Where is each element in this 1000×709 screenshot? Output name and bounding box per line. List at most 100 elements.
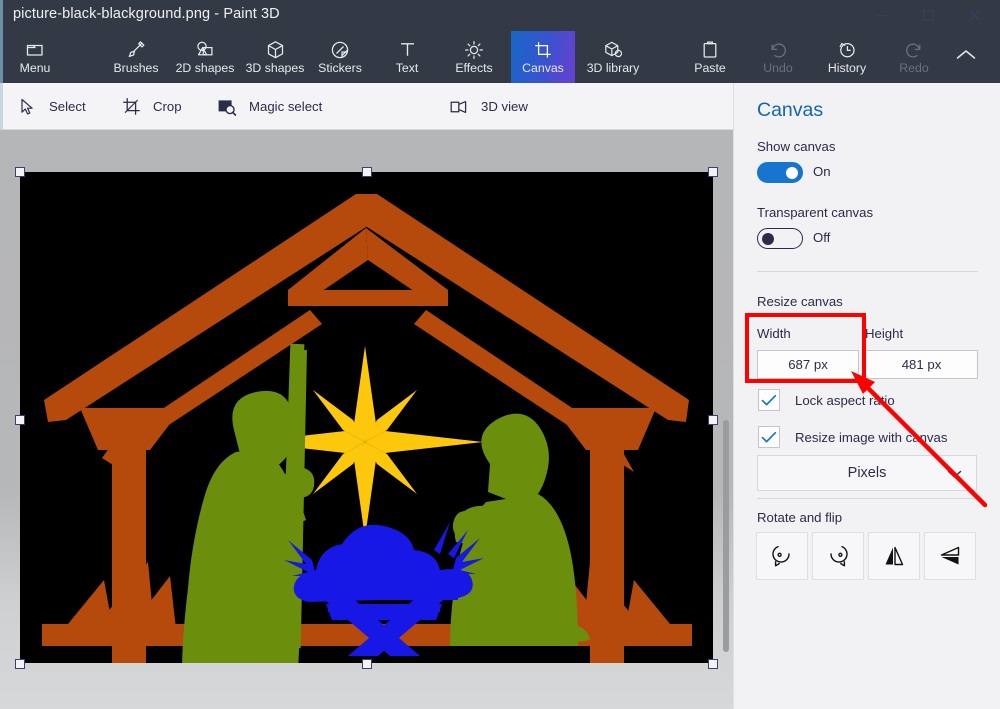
maximize-button[interactable]: [905, 0, 951, 31]
rotate-right-button[interactable]: [812, 532, 864, 580]
sticker-icon: [330, 39, 350, 60]
ribbon-item-stickers[interactable]: Stickers: [310, 31, 370, 83]
cursor-arrow-icon: [16, 98, 38, 116]
lock-aspect-ratio-checkbox[interactable]: [758, 389, 780, 411]
width-field[interactable]: 687 px: [757, 350, 859, 379]
select-tool-label: Select: [49, 99, 86, 114]
ribbon-item-paste[interactable]: Paste: [679, 31, 741, 83]
ribbon-item-effects-label: Effects: [455, 61, 493, 75]
show-canvas-state: On: [813, 164, 831, 179]
flip-horizontal-icon: [885, 546, 904, 566]
ribbon-item-history-label: History: [827, 61, 867, 75]
flip-horizontal-button[interactable]: [868, 532, 920, 580]
transparent-canvas-state: Off: [813, 230, 831, 245]
history-clock-icon: [837, 39, 857, 60]
units-value: Pixels: [847, 465, 887, 481]
magic-select-label: Magic select: [249, 99, 323, 114]
flip-vertical-icon: [940, 546, 960, 565]
height-field[interactable]: 481 px: [865, 350, 978, 379]
flip-vertical-button[interactable]: [924, 532, 976, 580]
ribbon-item-brushes[interactable]: Brushes: [102, 31, 170, 83]
ribbon-item-text-label: Text: [395, 61, 419, 75]
width-value: 687 px: [788, 357, 828, 372]
ribbon-item-3d-library[interactable]: 3D library: [575, 31, 651, 83]
3d-library-icon: [603, 39, 624, 60]
clipboard-icon: [701, 39, 719, 60]
collapse-ribbon-button[interactable]: [944, 31, 988, 83]
effects-sun-icon: [464, 39, 484, 60]
selection-handle-middle-right[interactable]: [708, 415, 718, 425]
ribbon-left-accent: [0, 31, 3, 83]
ribbon-item-2d-shapes-label: 2D shapes: [175, 61, 235, 75]
select-tool-button[interactable]: Select: [8, 85, 94, 128]
crop-icon: [120, 97, 142, 116]
canvas-workspace[interactable]: [0, 130, 733, 709]
ribbon-item-redo-label: Redo: [899, 61, 929, 75]
magic-select-button[interactable]: Magic select: [208, 85, 330, 128]
text-icon: [398, 39, 417, 60]
resize-image-with-canvas-label: Resize image with canvas: [795, 430, 948, 445]
close-button[interactable]: [951, 0, 997, 31]
2d-shapes-icon: [194, 39, 216, 60]
3d-view-icon: [448, 99, 470, 115]
view-3d-button[interactable]: 3D view: [440, 85, 536, 128]
panel-divider-2: [757, 498, 978, 499]
show-canvas-toggle-knob: [786, 166, 798, 179]
show-canvas-toggle[interactable]: [757, 162, 803, 183]
selection-handle-top-center[interactable]: [362, 167, 372, 177]
nativity-artwork: [20, 172, 713, 663]
brush-icon: [126, 39, 146, 60]
resize-image-with-canvas-checkbox[interactable]: [758, 426, 780, 448]
redo-arrow-icon: [904, 39, 924, 60]
selection-handle-bottom-left[interactable]: [15, 659, 25, 669]
canvas-vertical-scrollbar[interactable]: [723, 420, 729, 652]
ribbon-item-text[interactable]: Text: [380, 31, 434, 83]
ribbon-item-menu[interactable]: Menu: [4, 31, 66, 83]
ribbon-item-undo[interactable]: Undo: [747, 31, 809, 83]
crop-tool-label: Crop: [153, 99, 182, 114]
checkmark-icon: [761, 394, 777, 405]
ribbon-item-3d-shapes[interactable]: 3D shapes: [240, 31, 310, 83]
ribbon-bar: Menu Brushes 2D shapes 3D shapes Sticker…: [0, 31, 1000, 83]
title-bar: picture-black-blackground.png - Paint 3D: [0, 0, 1000, 31]
window-title: picture-black-blackground.png - Paint 3D: [13, 6, 280, 22]
ribbon-item-stickers-label: Stickers: [318, 61, 362, 75]
checkmark-icon: [761, 431, 777, 442]
ribbon-item-redo[interactable]: Redo: [883, 31, 945, 83]
ribbon-item-2d-shapes[interactable]: 2D shapes: [170, 31, 240, 83]
transparent-canvas-label: Transparent canvas: [757, 205, 874, 220]
ribbon-item-3d-shapes-label: 3D shapes: [245, 61, 305, 75]
canvas-area[interactable]: [15, 167, 718, 669]
units-dropdown[interactable]: Pixels: [757, 455, 977, 491]
lock-aspect-ratio-label: Lock aspect ratio: [795, 393, 895, 408]
window-left-accent: [0, 0, 3, 31]
ribbon-item-history[interactable]: History: [815, 31, 879, 83]
ribbon-item-paste-label: Paste: [694, 61, 726, 75]
nativity-scene-image[interactable]: [20, 172, 713, 663]
ribbon-item-undo-label: Undo: [763, 61, 793, 75]
menu-folder-icon: [25, 39, 46, 60]
chevron-down-icon: [947, 467, 962, 483]
selection-handle-bottom-center[interactable]: [362, 659, 372, 669]
selection-handle-bottom-right[interactable]: [708, 659, 718, 669]
ribbon-item-effects[interactable]: Effects: [443, 31, 505, 83]
magic-select-icon: [216, 98, 238, 116]
transparent-canvas-toggle[interactable]: [757, 228, 803, 249]
rotate-left-button[interactable]: [756, 532, 808, 580]
ribbon-item-canvas-label: Canvas: [522, 61, 564, 75]
crop-tool-button[interactable]: Crop: [112, 85, 190, 128]
3d-cube-icon: [266, 39, 285, 60]
canvas-crop-icon: [533, 39, 553, 60]
toolbar-left-accent: [0, 83, 3, 130]
minimize-icon: [877, 15, 887, 17]
height-label: Height: [865, 326, 904, 341]
selection-handle-top-left[interactable]: [15, 167, 25, 177]
minimize-button[interactable]: [859, 0, 905, 31]
selection-handle-top-right[interactable]: [708, 167, 718, 177]
ribbon-item-canvas[interactable]: Canvas: [511, 31, 575, 83]
show-canvas-label: Show canvas: [757, 139, 836, 154]
resize-canvas-label: Resize canvas: [757, 294, 843, 309]
panel-title: Canvas: [757, 99, 824, 121]
selection-handle-middle-left[interactable]: [15, 415, 25, 425]
view-3d-label: 3D view: [481, 99, 528, 114]
